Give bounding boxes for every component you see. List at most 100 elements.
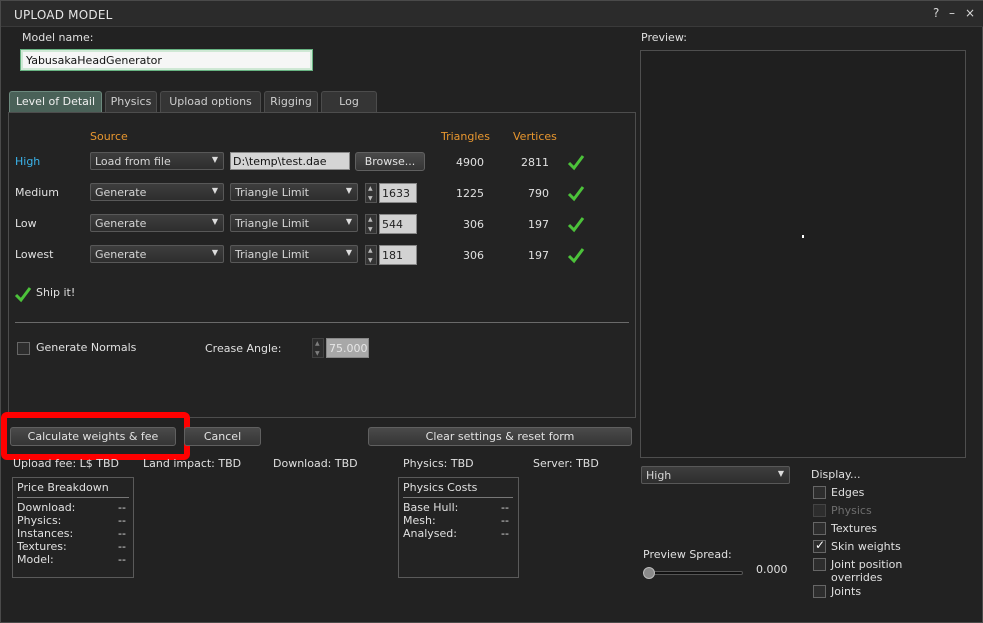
lod-lowest-label: Lowest: [15, 248, 54, 261]
lod-lowest-vertices: 197: [528, 249, 549, 262]
checkmark-icon: [567, 155, 585, 171]
source-header: Source: [90, 130, 128, 143]
lod-lowest-stepper[interactable]: ▲ ▼: [365, 245, 377, 265]
lod-low-label: Low: [15, 217, 37, 230]
lod-low-triangles: 306: [463, 218, 484, 231]
server-text: Server: TBD: [533, 457, 599, 470]
lod-medium-vertices: 790: [528, 187, 549, 200]
physics-text: Physics: TBD: [403, 457, 474, 470]
pb-textures-label: Textures:: [17, 540, 67, 553]
slider-knob[interactable]: [643, 567, 655, 579]
vertices-header: Vertices: [513, 130, 557, 143]
chevron-down-icon: ▼: [777, 469, 784, 478]
lod-medium-source-dropdown[interactable]: Generate ▼: [90, 183, 224, 201]
help-icon[interactable]: ?: [933, 6, 939, 20]
tab-log[interactable]: Log: [321, 91, 377, 113]
preview-lod-dropdown[interactable]: High ▼: [641, 466, 790, 484]
crease-angle-stepper[interactable]: ▲ ▼: [312, 338, 324, 358]
lod-high-vertices: 2811: [521, 156, 549, 169]
checkmark-icon: [567, 217, 585, 233]
clear-settings-button[interactable]: Clear settings & reset form: [368, 427, 632, 446]
lod-low-method-dropdown[interactable]: Triangle Limit ▼: [230, 214, 358, 232]
display-label: Display...: [811, 468, 861, 481]
lod-medium-stepper[interactable]: ▲ ▼: [365, 183, 377, 203]
pb-textures-value: --: [118, 540, 126, 553]
preview-label: Preview:: [641, 31, 687, 44]
generate-normals-checkbox[interactable]: [17, 342, 30, 355]
crease-angle-field[interactable]: 75.000: [326, 338, 369, 358]
lod-low-source-dropdown[interactable]: Generate ▼: [90, 214, 224, 232]
dropdown-value: Generate: [95, 186, 147, 199]
pb-physics-label: Physics:: [17, 514, 62, 527]
chevron-down-icon: ▼: [345, 248, 352, 257]
dropdown-value: Triangle Limit: [235, 248, 309, 261]
pc-mesh-label: Mesh:: [403, 514, 436, 527]
cancel-button[interactable]: Cancel: [184, 427, 261, 446]
dropdown-value: Triangle Limit: [235, 186, 309, 199]
preview-viewport[interactable]: [640, 50, 966, 458]
edges-label: Edges: [831, 486, 865, 499]
joint-position-label-line2: overrides: [831, 571, 883, 584]
model-name-input[interactable]: YabusakaHeadGenerator: [20, 49, 313, 71]
preview-spread-slider[interactable]: [645, 571, 743, 575]
lod-lowest-triangles: 306: [463, 249, 484, 262]
ship-it-label: Ship it!: [36, 286, 76, 299]
edges-checkbox[interactable]: [813, 486, 826, 499]
lod-low-vertices: 197: [528, 218, 549, 231]
skin-weights-label: Skin weights: [831, 540, 901, 553]
textures-checkbox[interactable]: [813, 522, 826, 535]
minimize-icon[interactable]: –: [949, 6, 955, 20]
physics-costs-title: Physics Costs: [403, 481, 478, 494]
upload-fee-text: Upload fee: L$ TBD: [13, 457, 120, 470]
lod-medium-method-dropdown[interactable]: Triangle Limit ▼: [230, 183, 358, 201]
window-title: UPLOAD MODEL: [14, 8, 113, 22]
joints-checkbox[interactable]: [813, 585, 826, 598]
title-bar[interactable]: UPLOAD MODEL ? – ×: [1, 1, 983, 27]
physics-costs-box: Physics Costs Base Hull: -- Mesh: -- Ana…: [398, 477, 519, 578]
pc-mesh-value: --: [501, 514, 509, 527]
pc-base-hull-value: --: [501, 501, 509, 514]
pb-physics-value: --: [118, 514, 126, 527]
chevron-down-icon: ▼: [345, 186, 352, 195]
pb-model-label: Model:: [17, 553, 54, 566]
lod-lowest-source-dropdown[interactable]: Generate ▼: [90, 245, 224, 263]
close-icon[interactable]: ×: [965, 6, 975, 20]
physics-checkbox[interactable]: [813, 504, 826, 517]
price-breakdown-box: Price Breakdown Download: -- Physics: --…: [12, 477, 134, 578]
textures-label: Textures: [831, 522, 877, 535]
lod-high-file-path[interactable]: D:\temp\test.dae: [230, 152, 350, 170]
price-breakdown-title: Price Breakdown: [17, 481, 109, 494]
browse-button[interactable]: Browse...: [355, 152, 425, 171]
lod-medium-limit-field[interactable]: 1633: [379, 183, 417, 203]
lod-lowest-method-dropdown[interactable]: Triangle Limit ▼: [230, 245, 358, 263]
checkmark-icon: [567, 186, 585, 202]
divider: [403, 497, 513, 498]
lod-high-triangles: 4900: [456, 156, 484, 169]
pc-analysed-value: --: [501, 527, 509, 540]
tab-level-of-detail[interactable]: Level of Detail: [9, 91, 102, 113]
lod-low-limit-field[interactable]: 544: [379, 214, 417, 234]
joint-position-checkbox[interactable]: [813, 558, 826, 571]
pb-download-label: Download:: [17, 501, 76, 514]
chevron-down-icon: ▼: [211, 186, 218, 195]
chevron-down-icon: ▼: [211, 248, 218, 257]
joint-position-label: Joint position: [831, 558, 903, 571]
tab-physics[interactable]: Physics: [105, 91, 157, 113]
joints-label: Joints: [831, 585, 862, 598]
tab-upload-options[interactable]: Upload options: [160, 91, 261, 113]
pb-instances-value: --: [118, 527, 126, 540]
chevron-down-icon: ▼: [211, 155, 218, 164]
lod-low-stepper[interactable]: ▲ ▼: [365, 214, 377, 234]
checkmark-icon: [567, 248, 585, 264]
lod-high-source-dropdown[interactable]: Load from file ▼: [90, 152, 224, 170]
pb-instances-label: Instances:: [17, 527, 74, 540]
dropdown-value: Generate: [95, 248, 147, 261]
lod-lowest-limit-field[interactable]: 181: [379, 245, 417, 265]
skin-weights-checkbox[interactable]: [813, 538, 826, 553]
crease-angle-label: Crease Angle:: [205, 342, 282, 355]
generate-normals-label: Generate Normals: [36, 341, 137, 354]
divider: [15, 322, 629, 323]
tab-rigging[interactable]: Rigging: [264, 91, 318, 113]
preview-spread-value: 0.000: [756, 563, 788, 576]
model-name-label: Model name:: [22, 31, 94, 44]
